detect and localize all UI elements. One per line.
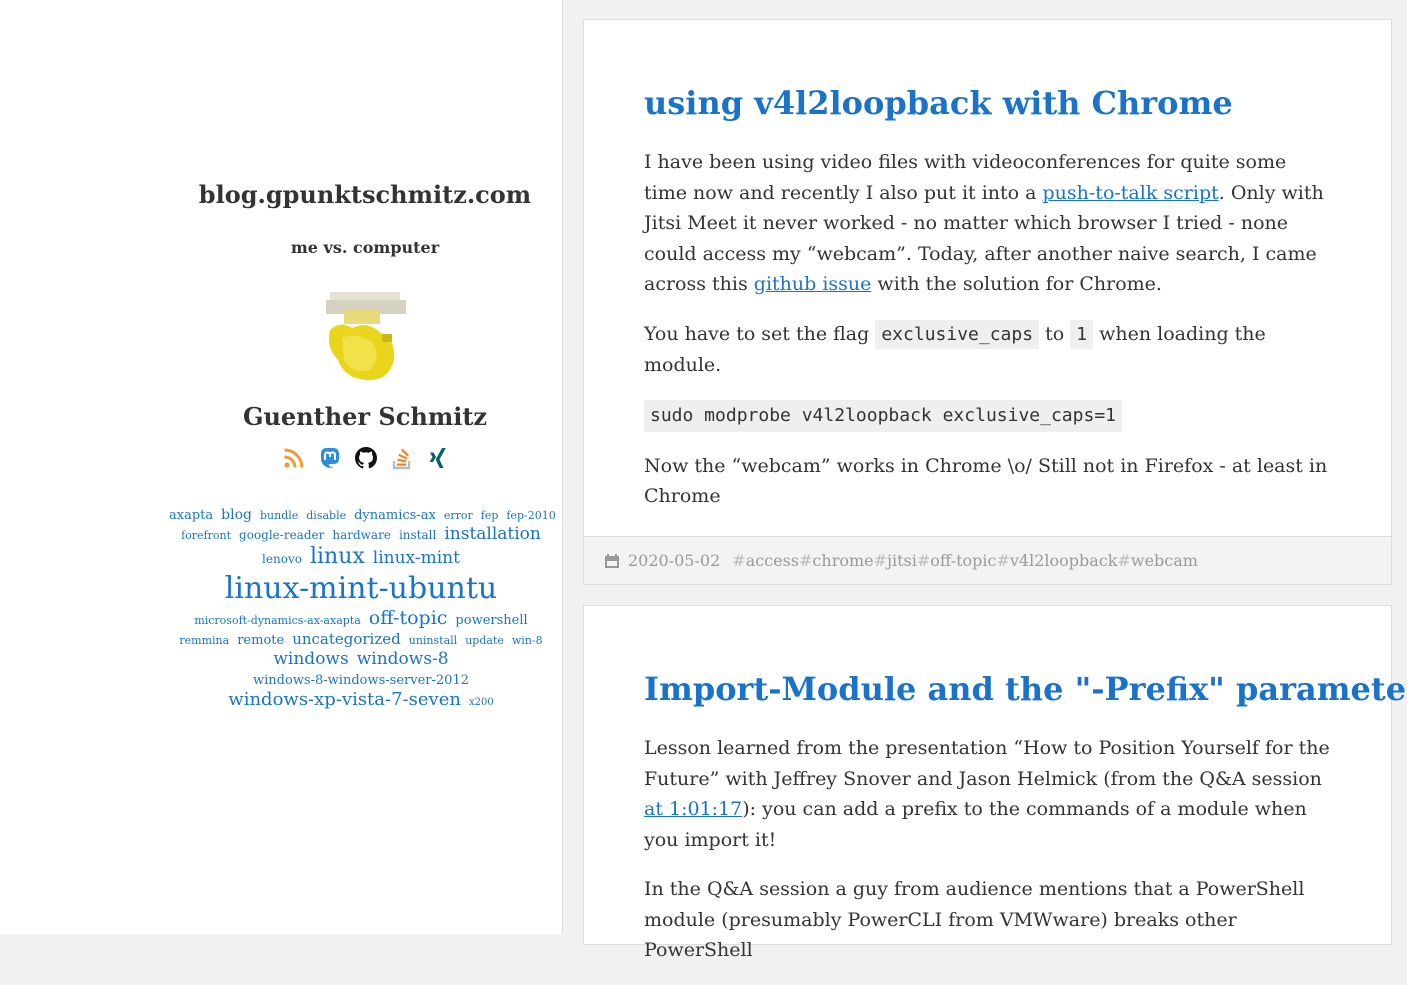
text: with the solution for Chrome. [871,273,1162,295]
tag-link-remote[interactable]: remote [237,633,284,649]
stackoverflow-icon[interactable] [390,446,414,470]
tag-link-install[interactable]: install [399,528,436,542]
post-tag-v4l2loopback[interactable]: #v4l2loopback [996,551,1117,570]
github-issue-link[interactable]: github issue [754,273,872,295]
tag-link-bundle[interactable]: bundle [260,509,298,522]
tag-link-windows-8[interactable]: windows-8 [357,649,449,669]
tag-link-fep[interactable]: fep [481,509,499,522]
paragraph: You have to set the flag exclusive_caps … [644,319,1334,381]
tag-link-uninstall[interactable]: uninstall [409,634,457,647]
tag-link-google-reader[interactable]: google-reader [239,528,324,542]
calendar-icon [604,553,620,569]
xing-icon[interactable] [426,446,450,470]
text: Lesson learned from the presentation “Ho… [644,737,1330,790]
post-title[interactable]: using v4l2loopback with Chrome [644,84,1233,122]
paragraph: I have been using video files with video… [644,147,1334,300]
tag-row: windows-xp-vista-7-seven x200 [165,689,557,711]
tag-link-microsoft-dynamics-ax-axapta[interactable]: microsoft-dynamics-ax-axapta [194,614,360,627]
tag-link-error[interactable]: error [444,509,473,522]
tag-link-remmina[interactable]: remmina [179,634,229,647]
post-tag-access[interactable]: #access [732,551,799,570]
tag-link-lenovo[interactable]: lenovo [262,552,302,566]
tag-link-windows[interactable]: windows [273,649,348,669]
post-date: 2020-05-02 [628,551,721,570]
push-to-talk-link[interactable]: push-to-talk script [1043,182,1219,204]
post-tag-webcam[interactable]: #webcam [1117,551,1197,570]
post-tag-chrome[interactable]: #chrome [799,551,874,570]
avatar [326,292,406,381]
tag-link-installation[interactable]: installation [444,524,541,544]
tag-link-windows-xp-vista-7-seven[interactable]: windows-xp-vista-7-seven [228,689,461,711]
tag-link-update[interactable]: update [465,634,504,647]
inline-code: exclusive_caps [875,319,1040,349]
tag-cloud: axapta blog bundle disable dynamics-ax error f… [165,504,557,711]
tag-link-off-topic[interactable]: off-topic [369,607,448,630]
paragraph: In the Q&A session a guy from audience m… [644,878,1305,961]
post-card-v4l2loopback: using v4l2loopback with Chrome I have be… [583,19,1392,585]
text: to [1039,322,1071,345]
tag-link-win-8[interactable]: win-8 [512,634,543,647]
tag-row: remmina remote uncategorized uninstall updat… [165,629,557,649]
tag-row: windows-8-windows-server-2012 [165,669,557,689]
tag-row: lenovo linux linux-mint [165,544,557,570]
social-links [282,444,450,472]
tag-link-x200[interactable]: x200 [469,697,494,709]
github-icon[interactable] [354,446,378,470]
timestamp-link[interactable]: at 1:01:17 [644,798,742,820]
post-tags: #access#chrome#jitsi#off-topic#v4l2loopb… [732,551,1198,570]
tag-row: forefront google-reader hardware install ins… [165,524,557,544]
sidebar: blog.gpunktschmitz.com me vs. computer G… [0,0,563,934]
post-body: I have been using video files with video… [644,147,1334,531]
tag-link-windows-8-windows-server-2012[interactable]: windows-8-windows-server-2012 [253,673,469,689]
code-block: sudo modprobe v4l2loopback exclusive_cap… [644,399,1122,432]
rss-icon[interactable] [282,446,306,470]
tag-link-uncategorized[interactable]: uncategorized [292,630,401,648]
text: ): you can add a prefix to the commands … [644,798,1307,851]
tag-row: windows windows-8 [165,649,557,669]
paragraph: Lesson learned from the presentation “Ho… [644,733,1334,855]
code-paragraph: sudo modprobe v4l2loopback exclusive_cap… [644,399,1334,432]
post-tag-jitsi[interactable]: #jitsi [874,551,917,570]
tag-link-linux[interactable]: linux [310,544,365,570]
tag-row: microsoft-dynamics-ax-axapta off-topic pow… [165,607,557,630]
post-card-import-module: Import-Module and the "-Prefix" paramete… [583,605,1407,961]
tag-row: linux-mint-ubuntu [165,571,557,607]
tag-link-hardware[interactable]: hardware [332,528,391,542]
tag-link-linux-mint[interactable]: linux-mint [373,548,460,568]
paragraph: Now the “webcam” works in Chrome \o/ Sti… [644,454,1328,508]
tag-link-powershell[interactable]: powershell [455,613,527,629]
tag-link-disable[interactable]: disable [306,509,346,522]
tag-link-linux-mint-ubuntu[interactable]: linux-mint-ubuntu [225,571,497,607]
tag-link-dynamics-ax[interactable]: dynamics-ax [354,508,436,524]
post-meta: 2020-05-02 #access#chrome#jitsi#off-topi… [584,536,1391,584]
tag-link-axapta[interactable]: axapta [169,508,213,524]
post-tag-off-topic[interactable]: #off-topic [917,551,997,570]
tag-link-blog[interactable]: blog [221,507,252,524]
mastodon-icon[interactable] [318,446,342,470]
tag-link-fep-2010[interactable]: fep-2010 [506,509,555,522]
text: You have to set the flag [644,322,876,345]
tag-link-forefront[interactable]: forefront [181,529,231,542]
tag-row: axapta blog bundle disable dynamics-ax error f… [165,504,557,524]
inline-code: 1 [1070,319,1094,349]
post-title[interactable]: Import-Module and the "-Prefix" paramete… [644,670,1407,708]
post-body: Lesson learned from the presentation “Ho… [644,733,1334,985]
